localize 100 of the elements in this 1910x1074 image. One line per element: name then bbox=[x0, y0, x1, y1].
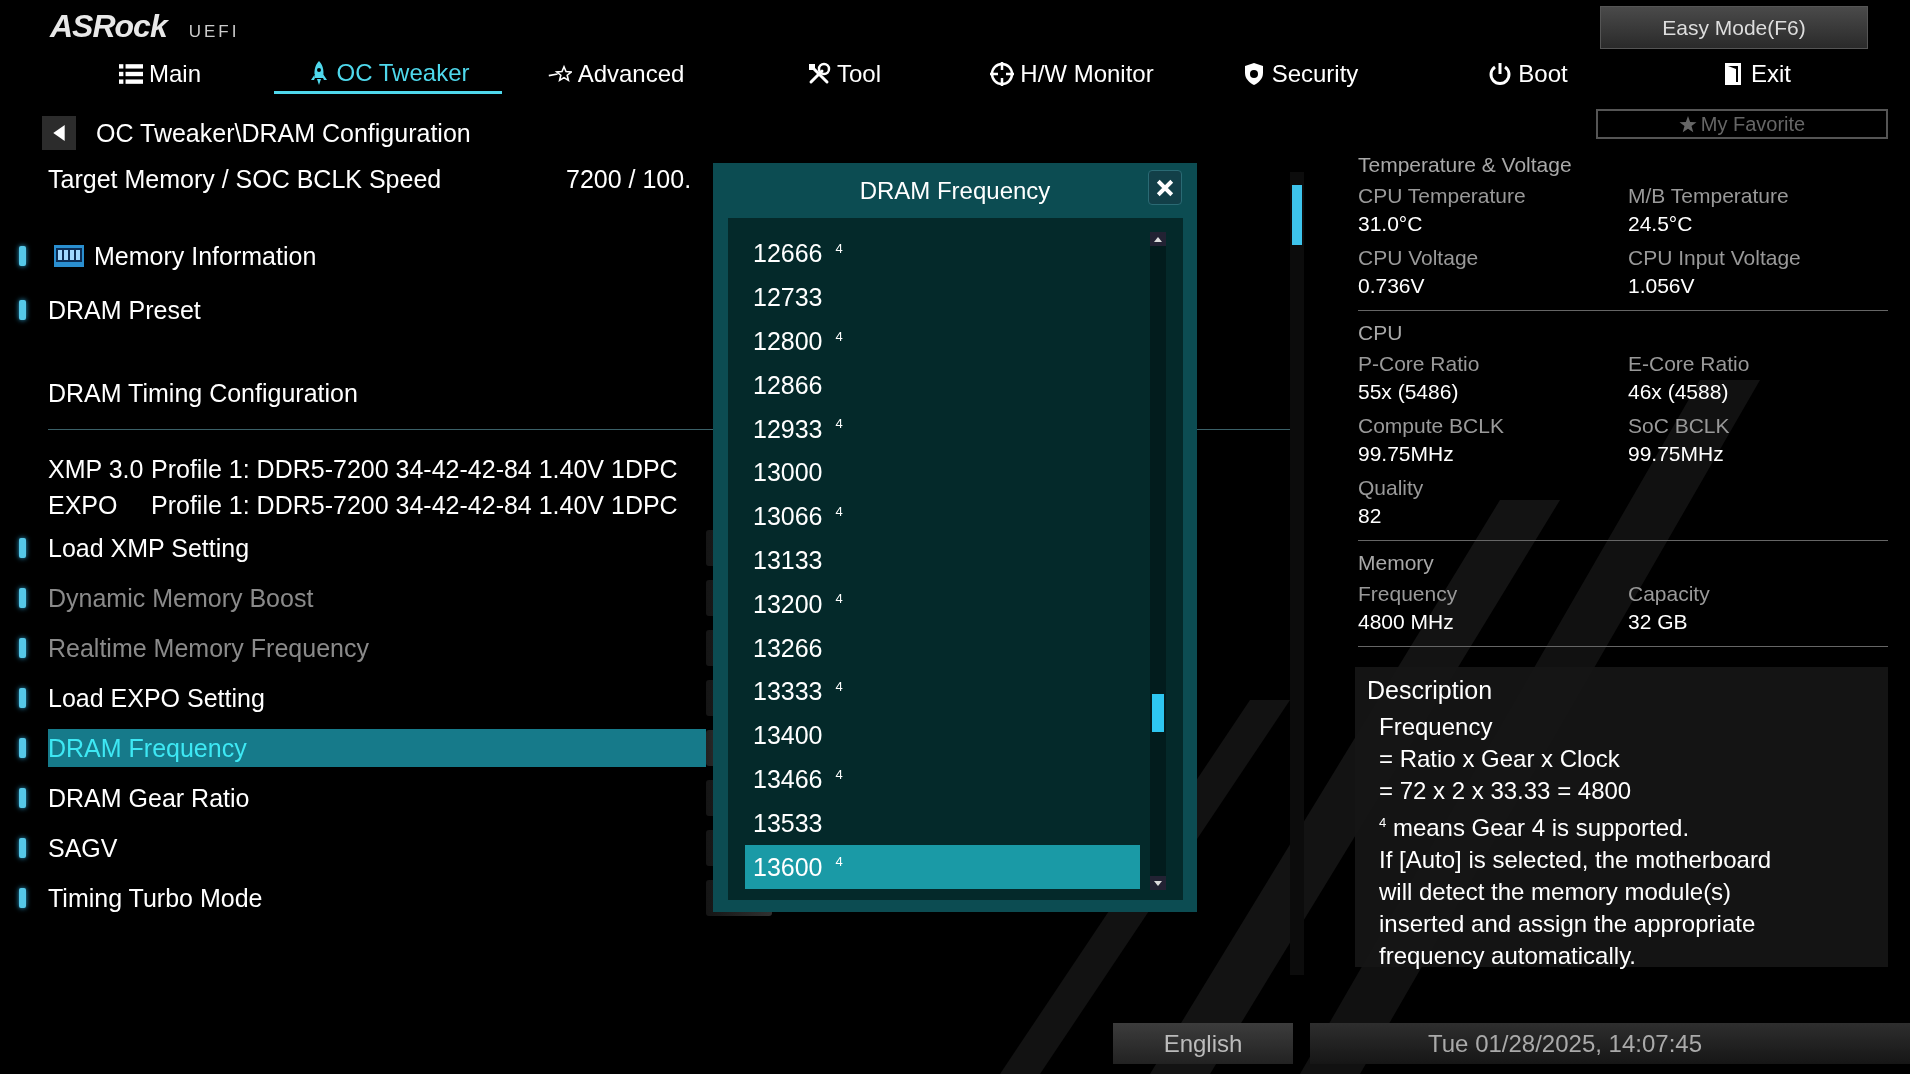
setting-value: 7200 / 100. bbox=[566, 164, 692, 194]
back-arrow-icon bbox=[53, 125, 65, 141]
field-value: 55x (5486) bbox=[1358, 379, 1459, 405]
scrollbar[interactable] bbox=[1150, 232, 1166, 890]
breadcrumb: OC Tweaker\DRAM Configuration bbox=[96, 118, 471, 148]
close-button[interactable] bbox=[1148, 170, 1182, 205]
field-label: CPU Voltage bbox=[1358, 245, 1479, 271]
easy-mode-button[interactable]: Easy Mode(F6) bbox=[1600, 6, 1868, 49]
field-label: M/B Temperature bbox=[1628, 183, 1789, 209]
menu-item[interactable]: Load EXPO Setting bbox=[48, 679, 706, 717]
logo-suffix: UEFI bbox=[188, 22, 240, 42]
description-text: frequency automatically. bbox=[1378, 941, 1637, 971]
menu-item[interactable]: Load XMP Setting bbox=[48, 529, 706, 567]
field-value: 46x (4588) bbox=[1628, 379, 1729, 405]
description-text: If [Auto] is selected, the motherboard bbox=[1378, 845, 1773, 875]
menu-item[interactable]: SAGV bbox=[48, 829, 706, 867]
option-item[interactable]: 12866 bbox=[745, 363, 1140, 408]
power-icon bbox=[1488, 62, 1513, 86]
item-marker-icon bbox=[18, 300, 26, 320]
crosshair-icon bbox=[990, 62, 1015, 86]
item-marker-icon bbox=[18, 246, 26, 266]
option-item[interactable]: 13200 $^{4}$ bbox=[745, 582, 1140, 627]
field-value: 99.75MHz bbox=[1628, 441, 1724, 467]
field-value: 24.5°C bbox=[1628, 211, 1693, 237]
logo: ASRock bbox=[50, 8, 167, 45]
tab[interactable]: Exit bbox=[1642, 54, 1870, 94]
profile-details: Profile 1: DDR5-7200 34-42-42-84 1.40V 1DPC bbox=[151, 454, 678, 484]
tab[interactable]: Advanced bbox=[502, 54, 730, 94]
option-item[interactable]: 12733 bbox=[745, 275, 1140, 320]
description-text: Frequency bbox=[1378, 712, 1494, 742]
field-label: CPU Temperature bbox=[1358, 183, 1526, 209]
tab[interactable]: Tool bbox=[730, 54, 958, 94]
field-label: E-Core Ratio bbox=[1628, 351, 1750, 377]
menu-item[interactable]: Timing Turbo Mode bbox=[48, 879, 706, 917]
item-marker-icon bbox=[18, 838, 26, 858]
tab[interactable]: Security bbox=[1186, 54, 1414, 94]
option-item[interactable]: 12666 $^{4}$ bbox=[745, 232, 1140, 276]
field-label: P-Core Ratio bbox=[1358, 351, 1480, 377]
option-item[interactable]: 13466 $^{4}$ bbox=[745, 757, 1140, 802]
option-item[interactable]: 13533 bbox=[745, 801, 1140, 846]
option-item[interactable]: 13400 bbox=[745, 713, 1140, 758]
scrollbar[interactable] bbox=[1290, 172, 1304, 975]
field-value: 1.056V bbox=[1628, 273, 1695, 299]
scrollbar-thumb[interactable] bbox=[1292, 185, 1302, 245]
option-item[interactable]: 12800 $^{4}$ bbox=[745, 319, 1140, 364]
menu-item[interactable]: DRAM Preset bbox=[48, 291, 706, 329]
scroll-up-icon[interactable] bbox=[1150, 232, 1166, 246]
item-marker-icon bbox=[18, 538, 26, 558]
menu-item[interactable]: DRAM Gear Ratio bbox=[48, 779, 706, 817]
menu-item[interactable]: Memory Information bbox=[54, 237, 706, 275]
profile-name: EXPO bbox=[48, 490, 118, 520]
tools-icon bbox=[807, 62, 831, 86]
my-favorite-button[interactable]: My Favorite bbox=[1596, 109, 1888, 139]
section-title: Temperature & Voltage bbox=[1358, 152, 1573, 178]
option-item[interactable]: 13333 $^{4}$ bbox=[745, 669, 1140, 714]
field-value: 99.75MHz bbox=[1358, 441, 1454, 467]
list-icon bbox=[119, 62, 143, 86]
field-label: Capacity bbox=[1628, 581, 1710, 607]
description-text: inserted and assign the appropriate bbox=[1378, 909, 1757, 939]
field-value: 82 bbox=[1358, 503, 1382, 529]
description-text: $^{4}$ means Gear 4 is supported. bbox=[1378, 813, 1691, 843]
section-title: Memory bbox=[1358, 550, 1435, 576]
field-value: 32 GB bbox=[1628, 609, 1688, 635]
description-text: = 72 x 2 x 33.33 = 4800 bbox=[1378, 776, 1633, 806]
field-label: Compute BCLK bbox=[1358, 413, 1504, 439]
tab[interactable]: Main bbox=[46, 54, 274, 94]
field-value: 0.736V bbox=[1358, 273, 1425, 299]
section-title: CPU bbox=[1358, 320, 1404, 346]
dialog-title: DRAM Frequency bbox=[859, 176, 1051, 205]
field-label: CPU Input Voltage bbox=[1628, 245, 1801, 271]
item-marker-icon bbox=[18, 588, 26, 608]
field-value: 31.0°C bbox=[1358, 211, 1423, 237]
close-icon bbox=[1156, 178, 1174, 197]
star-icon bbox=[1678, 115, 1697, 133]
description-text: will detect the memory module(s) bbox=[1378, 877, 1733, 907]
option-item[interactable]: 13266 bbox=[745, 626, 1140, 670]
scroll-down-icon[interactable] bbox=[1150, 876, 1166, 890]
item-marker-icon bbox=[18, 888, 26, 908]
field-label: Quality bbox=[1358, 475, 1424, 501]
item-marker-icon bbox=[18, 688, 26, 708]
field-value: 4800 MHz bbox=[1358, 609, 1454, 635]
option-item[interactable]: 13133 bbox=[745, 538, 1140, 583]
date-time: Tue 01/28/2025, 14:07:45 bbox=[1428, 1029, 1702, 1058]
scrollbar-thumb[interactable] bbox=[1152, 694, 1164, 732]
description-title: Description bbox=[1367, 675, 1494, 706]
item-marker-icon bbox=[18, 738, 26, 758]
tab[interactable]: OC Tweaker bbox=[274, 54, 502, 94]
option-item[interactable]: 13000 bbox=[745, 451, 1140, 495]
language-button[interactable]: English bbox=[1113, 1023, 1293, 1064]
setting-label: Target Memory / SOC BCLK Speed bbox=[48, 164, 442, 194]
section-heading: DRAM Timing Configuration bbox=[48, 378, 358, 409]
tab[interactable]: Boot bbox=[1414, 54, 1642, 94]
tab[interactable]: H/W Monitor bbox=[958, 54, 1186, 94]
description-text: = Ratio x Gear x Clock bbox=[1378, 744, 1621, 774]
profile-name: XMP 3.0 bbox=[48, 454, 144, 484]
option-item[interactable]: 13066 $^{4}$ bbox=[745, 494, 1140, 539]
back-button[interactable] bbox=[42, 116, 76, 150]
option-item[interactable]: 12933 $^{4}$ bbox=[745, 407, 1140, 451]
memory-module-icon bbox=[54, 245, 84, 267]
item-marker-icon bbox=[18, 638, 26, 658]
